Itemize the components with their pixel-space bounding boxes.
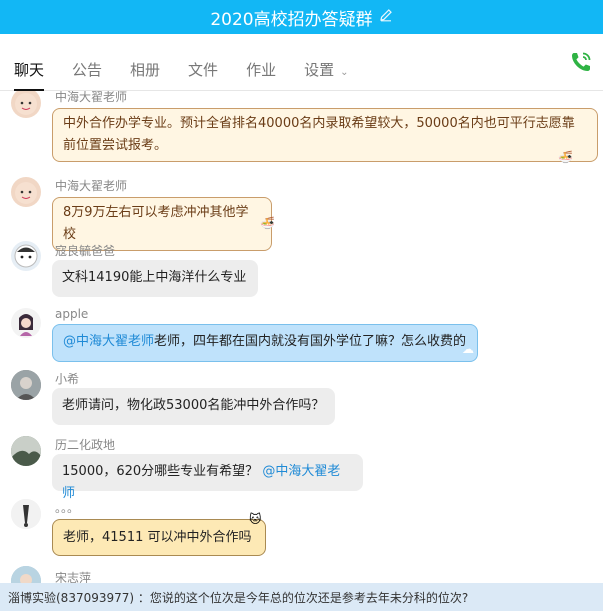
notification-bar[interactable]: 淄博实验(837093977) ：您说的这个位次是今年总的位次还是参考去年未分科… xyxy=(0,583,603,611)
tab-chat[interactable]: 聊天 xyxy=(14,59,45,91)
message-bubble: 老师请问，物化政53000名能冲中外合作吗？ xyxy=(52,388,335,425)
message-bubble: 15000，620分哪些专业有希望？ @中海大翟老师 xyxy=(52,454,363,501)
tab-homework[interactable]: 作业 xyxy=(246,59,276,88)
bowl-icon: 🍜 xyxy=(558,150,573,164)
tab-settings-label: 设置 xyxy=(304,61,335,79)
tab-files[interactable]: 文件 xyxy=(188,59,218,88)
sender-name: 中海大翟老师 xyxy=(55,179,128,193)
tab-settings[interactable]: 设置 ⌄ xyxy=(304,59,348,88)
tab-album[interactable]: 相册 xyxy=(130,59,160,88)
tab-announcement[interactable]: 公告 xyxy=(72,59,102,88)
sender-name: 寇良毓爸爸 xyxy=(55,244,116,258)
message-text: 8万9万左右可以考虑冲冲其他学校 xyxy=(63,205,249,242)
message-bubble: 文科14190能上中海洋什么专业 xyxy=(52,260,258,297)
message-text: 中外合作办学专业。预计全省排名40000名内录取希望较大，50000名内也可平行… xyxy=(63,116,575,153)
avatar[interactable] xyxy=(11,308,41,338)
avatar[interactable] xyxy=(11,370,41,400)
sender-name: 历二化政地 xyxy=(55,438,116,452)
bowl-icon: 🍜 xyxy=(260,216,275,230)
pencil-icon[interactable] xyxy=(379,8,393,26)
mention-link[interactable]: @中海大翟老师 xyxy=(63,334,154,349)
avatar[interactable] xyxy=(11,436,41,466)
chevron-down-icon: ⌄ xyxy=(340,67,349,78)
notification-text: 淄博实验(837093977) ：您说的这个位次是今年总的位次还是参考去年未分科… xyxy=(8,590,469,605)
sender-name: 。。。 xyxy=(55,501,80,515)
message-text: 文科14190能上中海洋什么专业 xyxy=(62,270,247,285)
group-title: 2020高校招办答疑群 xyxy=(210,9,373,30)
message-text: 老师，41511 可以冲中外合作吗 xyxy=(63,530,252,545)
phone-icon[interactable] xyxy=(569,50,593,74)
message-text: 老师，四年都在国内就没有国外学位了嘛？怎么收费的 xyxy=(154,334,467,349)
cat-icon: 🐱 xyxy=(249,512,262,526)
sender-name: 中海大翟老师 xyxy=(55,91,128,104)
avatar[interactable] xyxy=(11,241,41,271)
avatar[interactable] xyxy=(11,177,41,207)
sender-name: 宋志萍 xyxy=(55,571,92,583)
title-bar: 2020高校招办答疑群 xyxy=(0,0,603,34)
sender-name: apple xyxy=(55,307,89,321)
message-text: 15000，620分哪些专业有希望？ xyxy=(62,464,259,479)
message-bubble: 老师，41511 可以冲中外合作吗 xyxy=(52,519,266,556)
avatar[interactable] xyxy=(11,566,41,583)
message-bubble: @中海大翟老师老师，四年都在国内就没有国外学位了嘛？怎么收费的 xyxy=(52,324,478,362)
message-bubble: 中外合作办学专业。预计全省排名40000名内录取希望较大，50000名内也可平行… xyxy=(52,108,598,162)
avatar[interactable] xyxy=(11,91,41,118)
sender-name: 小希 xyxy=(55,372,80,386)
avatar[interactable] xyxy=(11,499,41,529)
chat-list[interactable]: 中海大翟老师 中外合作办学专业。预计全省排名40000名内录取希望较大，5000… xyxy=(0,91,603,583)
cloud-icon: ☁ xyxy=(462,342,474,356)
tab-bar: 聊天 公告 相册 文件 作业 设置 ⌄ xyxy=(0,34,603,91)
message-text: 老师请问，物化政53000名能冲中外合作吗？ xyxy=(62,398,325,413)
